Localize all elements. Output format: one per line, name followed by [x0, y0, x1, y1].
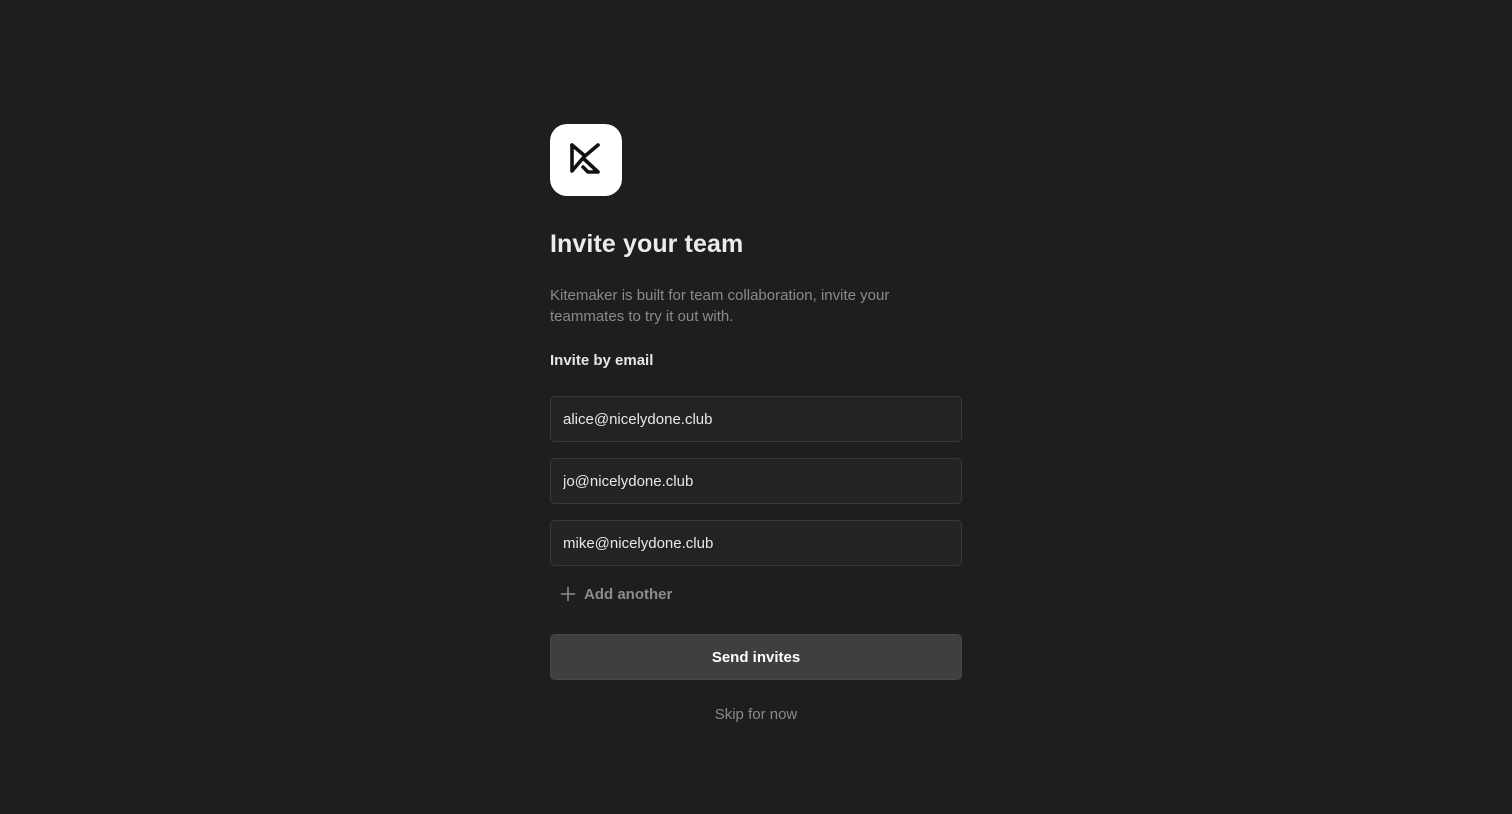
add-another-button[interactable]: Add another — [550, 584, 962, 604]
invite-panel: Invite your team Kitemaker is built for … — [550, 124, 962, 723]
page-description: Kitemaker is built for team collaboratio… — [550, 287, 890, 325]
email-field-list — [550, 396, 962, 566]
invite-by-email-label: Invite by email — [550, 352, 654, 369]
add-another-label: Add another — [584, 585, 673, 603]
skip-for-now-link[interactable]: Skip for now — [550, 706, 962, 723]
email-field[interactable] — [550, 458, 962, 504]
send-invites-button[interactable]: Send invites — [550, 634, 962, 680]
plus-icon — [560, 586, 576, 602]
app-logo — [550, 124, 622, 196]
invite-team-page: Invite your team Kitemaker is built for … — [0, 0, 1512, 814]
kitemaker-logo-icon — [570, 143, 600, 174]
email-field[interactable] — [550, 396, 962, 442]
email-field[interactable] — [550, 520, 962, 566]
page-title: Invite your team — [550, 230, 744, 258]
